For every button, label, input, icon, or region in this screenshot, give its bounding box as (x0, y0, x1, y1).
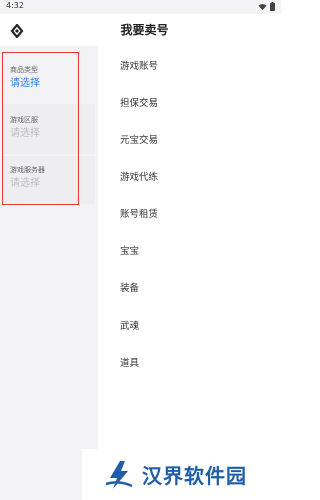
list-item[interactable]: 宝宝 (120, 243, 139, 257)
list-item[interactable]: 游戏账号 (120, 58, 158, 72)
list-item[interactable]: 装备 (120, 280, 139, 294)
filter-value: 请选择 (10, 78, 40, 89)
filter-label: 游戏区服 (10, 116, 38, 124)
list-item[interactable]: 游戏代练 (120, 169, 158, 183)
filter-label: 游戏服务器 (10, 166, 45, 174)
list-item[interactable]: 账号租赁 (120, 206, 158, 220)
status-bar: 4:32 (0, 0, 281, 14)
list-item[interactable]: 担保交易 (120, 95, 158, 109)
filter-sidebar: 商品类型 请选择 游戏区服 请选择 游戏服务器 请选择 (0, 46, 98, 500)
watermark-text: 汉界软件园 (142, 464, 247, 488)
list-item[interactable]: 武魂 (120, 318, 139, 332)
filter-product-type[interactable]: 商品类型 请选择 (10, 66, 40, 91)
filter-value: 请选择 (10, 178, 40, 189)
status-icons (258, 2, 275, 11)
list-item[interactable]: 元宝交易 (120, 132, 158, 146)
watermark-logo-icon (105, 460, 133, 489)
header: 我要卖号 (0, 14, 281, 46)
list-item[interactable]: 道具 (120, 355, 139, 369)
page-title: 我要卖号 (120, 23, 169, 37)
battery-icon (270, 2, 275, 11)
watermark: 汉界软件园 (82, 449, 281, 500)
filter-label: 商品类型 (10, 66, 38, 74)
filter-value: 请选择 (10, 128, 40, 139)
wifi-icon (258, 3, 267, 10)
filter-game-server[interactable]: 游戏服务器 请选择 (10, 166, 45, 191)
filter-game-region[interactable]: 游戏区服 请选择 (10, 116, 40, 141)
status-time: 4:32 (6, 1, 24, 10)
